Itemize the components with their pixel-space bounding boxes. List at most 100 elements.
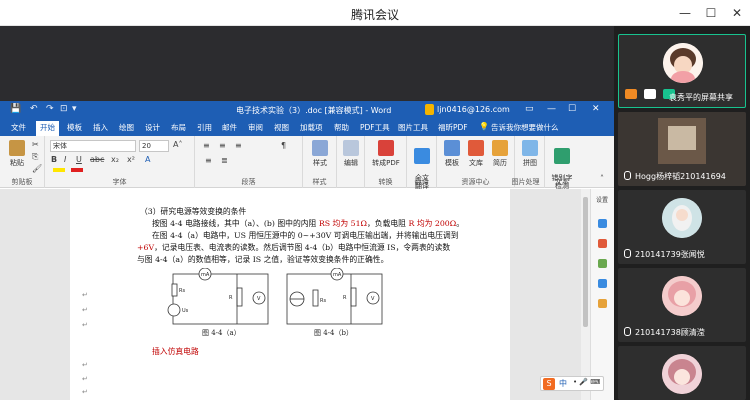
side-tool-icon[interactable] [598, 239, 607, 248]
tab-mailings[interactable]: 邮件 [222, 122, 237, 133]
collage-button[interactable]: 拼图 [519, 140, 541, 168]
side-tool-icon[interactable] [598, 219, 607, 228]
editing-button[interactable]: 编辑 [340, 140, 362, 168]
resume-button[interactable]: 简历 [489, 140, 511, 168]
ribbon: 粘贴 ✂ ⎘ 🖌 剪贴板 宋体 20 A˄ B I U abc x₂ x² A [0, 136, 614, 190]
tab-template[interactable]: 模板 [67, 122, 82, 133]
circuit-diagram[interactable]: mA V R Rs Us mA V R Rs [165, 268, 390, 334]
styles-button[interactable]: 样式 [308, 140, 332, 168]
tab-addins[interactable]: 加载项 [300, 122, 323, 133]
tab-draw[interactable]: 绘图 [119, 122, 134, 133]
paragraph-mark: ↵ [82, 375, 88, 383]
avatar [662, 354, 702, 394]
ribbon-display-icon[interactable]: ▭ [525, 104, 534, 114]
vertical-scrollbar[interactable] [581, 189, 590, 400]
avatar [662, 198, 702, 238]
word-account[interactable]: ljn0416@126.com [437, 105, 510, 114]
multilevel-list-button[interactable]: ≡ [235, 141, 242, 150]
tab-picture-tools[interactable]: 图片工具 [398, 122, 428, 133]
bullets-button[interactable]: ≡ [203, 141, 210, 150]
underline-button[interactable]: U [76, 155, 82, 164]
font-size-select[interactable]: 20 [139, 140, 169, 152]
numbering-button[interactable]: ≡ [219, 141, 226, 150]
tab-design[interactable]: 设计 [145, 122, 160, 133]
image-processing-group: 拼图 图片处理 [512, 136, 545, 188]
paste-button[interactable]: 粘贴 [6, 140, 28, 168]
side-tool-icon[interactable] [598, 279, 607, 288]
justify-button[interactable]: ≣ [221, 156, 228, 165]
format-painter-icon[interactable]: 🖌 [32, 164, 42, 173]
touch-mode-icon[interactable]: ⊡ [60, 104, 68, 114]
lightbulb-icon: 💡 [479, 122, 489, 131]
text-label: 文本 [555, 178, 569, 186]
tab-pdf-tools[interactable]: PDF工具 [360, 122, 390, 133]
library-button[interactable]: 文库 [465, 140, 487, 168]
participant-tile-presenter[interactable]: 袁秀平的屏幕共享 [618, 34, 746, 108]
doc-paragraph-line: +6V，记录电压表、电流表的读数。然后调节图 4-4（b）电路中恒流源 IS，令… [137, 243, 451, 252]
ime-tool-icons[interactable]: • 🎤 ⌨ [573, 378, 600, 386]
superscript-button[interactable]: x² [127, 155, 135, 164]
strikethrough-button[interactable]: abc [90, 155, 104, 164]
side-tool-icon[interactable] [598, 299, 607, 308]
customize-toolbar-icon[interactable]: ▾ [72, 104, 77, 114]
paragraph-mark: ↵ [82, 306, 88, 314]
image-processing-label: 图片处理 [511, 178, 540, 186]
font-group: 宋体 20 A˄ B I U abc x₂ x² A 字体 [45, 136, 195, 188]
font-color-icon[interactable] [71, 168, 83, 172]
sogou-logo-icon[interactable]: S [543, 378, 555, 390]
word-title-bar: 💾 ↶ ↷ ⊡ ▾ 电子技术实验（3）.doc [兼容模式] - Word lj… [0, 101, 614, 119]
minimize-button[interactable]: — [676, 4, 694, 22]
participant-sidebar: 袁秀平的屏幕共享 Hogg杨梓韬210141694 210141739张闻悦 2… [614, 26, 750, 400]
tab-view[interactable]: 视图 [274, 122, 289, 133]
text-effects-button[interactable]: A [145, 155, 150, 164]
grow-font-icon[interactable]: A˄ [173, 140, 182, 149]
translate-group: 全文 翻译 翻译 [407, 136, 437, 190]
template-button[interactable]: 模板 [441, 140, 463, 168]
word-close-icon[interactable]: ✕ [592, 104, 600, 114]
close-button[interactable]: ✕ [728, 4, 746, 22]
bold-button[interactable]: B [51, 155, 57, 164]
participant-tile[interactable]: 210141739张闻悦 [618, 190, 746, 264]
redo-icon[interactable]: ↷ [46, 104, 54, 114]
tab-references[interactable]: 引用 [197, 122, 212, 133]
font-name-select[interactable]: 宋体 [50, 140, 136, 152]
share-icon[interactable] [625, 89, 637, 99]
tab-layout[interactable]: 布局 [171, 122, 186, 133]
maximize-button[interactable]: ☐ [702, 4, 720, 22]
text-group: 错别字 检测 文本 [545, 136, 579, 190]
side-tool-icon[interactable] [598, 259, 607, 268]
highlight-color-icon[interactable] [53, 168, 65, 172]
word-minimize-icon[interactable]: — [547, 104, 556, 114]
undo-icon[interactable]: ↶ [30, 104, 38, 114]
participant-tile[interactable]: 210141738顾清滢 [618, 268, 746, 342]
tab-help[interactable]: 帮助 [334, 122, 349, 133]
ime-toolbar[interactable]: S 中 • 🎤 ⌨ [540, 376, 604, 391]
user-icon[interactable] [644, 89, 657, 99]
paragraph-mark: ↵ [82, 321, 88, 329]
tab-review[interactable]: 审阅 [248, 122, 263, 133]
tab-home[interactable]: 开始 [36, 121, 59, 136]
word-maximize-icon[interactable]: ☐ [568, 104, 576, 114]
svg-text:mA: mA [333, 272, 342, 278]
tab-insert[interactable]: 插入 [93, 122, 108, 133]
save-icon[interactable]: 💾 [10, 104, 21, 114]
participant-tile[interactable]: Hogg杨梓韬210141694 [618, 112, 746, 186]
show-marks-button[interactable]: ¶ [281, 141, 286, 150]
align-left-button[interactable]: ≡ [205, 156, 212, 165]
collapse-ribbon-icon[interactable]: ˄ [600, 174, 604, 183]
tab-foxit-pdf[interactable]: 福昕PDF [438, 122, 468, 133]
scrollbar-thumb[interactable] [583, 197, 588, 327]
svg-text:Rs: Rs [179, 288, 185, 294]
to-pdf-button[interactable]: 转成PDF [369, 140, 403, 168]
subscript-button[interactable]: x₂ [111, 155, 119, 164]
cut-icon[interactable]: ✂ [32, 140, 39, 149]
ime-language[interactable]: 中 [559, 378, 567, 389]
translate-icon [414, 148, 430, 164]
participant-tile[interactable] [618, 346, 746, 400]
tell-me-search[interactable]: 告诉我你想要做什么 [491, 122, 559, 133]
avatar [663, 43, 703, 83]
tab-file[interactable]: 文件 [11, 122, 26, 133]
paragraph-label: 段落 [241, 178, 256, 186]
copy-icon[interactable]: ⎘ [32, 152, 38, 162]
italic-button[interactable]: I [64, 155, 66, 164]
